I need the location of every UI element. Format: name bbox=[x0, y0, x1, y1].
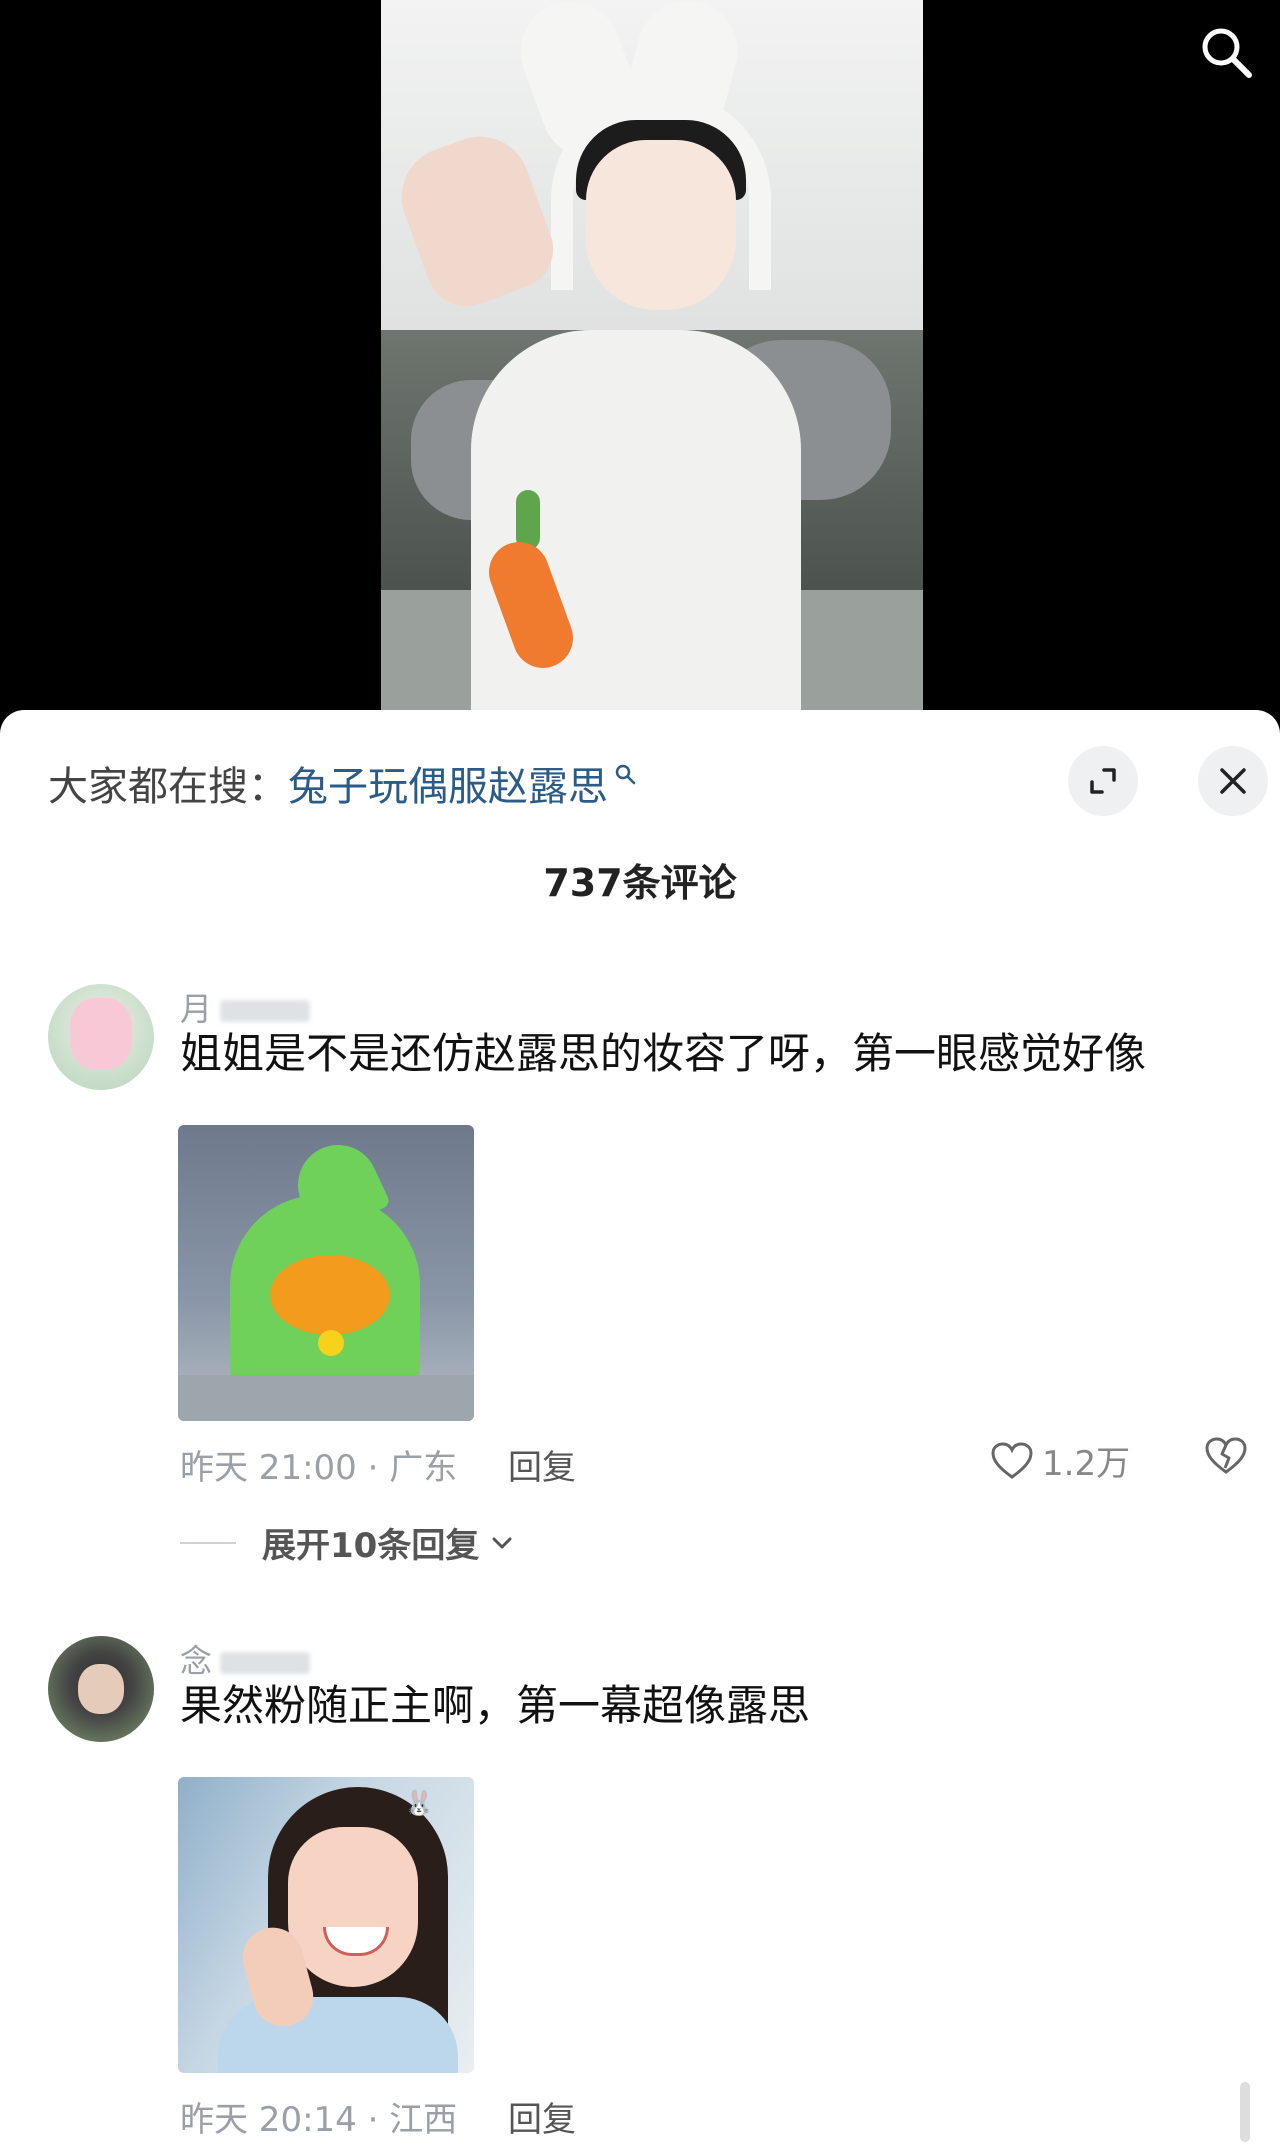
comment-text: 姐姐是不是还仿赵露思的妆容了呀，第一眼感觉好像 bbox=[180, 1029, 1147, 1078]
like-button[interactable]: 1.2万 bbox=[990, 1436, 1130, 1485]
expand-replies-label: 展开10条回复 bbox=[262, 1526, 480, 1566]
avatar[interactable] bbox=[48, 984, 154, 1090]
comment-image[interactable]: 🐰 bbox=[178, 1777, 474, 2073]
comments-panel: 大家都在搜： 兔子玩偶服赵露思 737条评论 月 姐姐是不是还仿赵露思的妆容了呀… bbox=[0, 710, 1280, 2152]
search-icon bbox=[1202, 28, 1252, 78]
broken-heart-icon bbox=[1205, 1437, 1247, 1474]
chevron-down-icon bbox=[491, 1536, 513, 1550]
scrollbar[interactable] bbox=[1240, 2082, 1250, 2142]
expand-replies-button[interactable]: 展开10条回复 bbox=[180, 1518, 513, 1567]
expand-icon bbox=[1090, 768, 1116, 794]
search-button[interactable] bbox=[1194, 20, 1258, 84]
divider bbox=[180, 1541, 236, 1544]
comment-image[interactable] bbox=[178, 1125, 474, 1421]
search-suggestion[interactable]: 大家都在搜： 兔子玩偶服赵露思 bbox=[48, 754, 636, 812]
heart-icon bbox=[991, 1441, 1033, 1479]
search-suggestion-label: 大家都在搜： bbox=[48, 764, 288, 810]
video-frame[interactable] bbox=[381, 0, 923, 712]
close-icon bbox=[1220, 768, 1246, 794]
search-suggestion-query[interactable]: 兔子玩偶服赵露思 bbox=[288, 754, 608, 812]
rabbit-icon: 🐰 bbox=[404, 1789, 434, 1817]
avatar[interactable] bbox=[48, 1636, 154, 1742]
video-player[interactable] bbox=[0, 0, 1280, 720]
comment-count: 737条评论 bbox=[543, 861, 737, 905]
comment-meta: 昨天 21:00 · 广东 bbox=[180, 1448, 458, 1488]
reply-button[interactable]: 回复 bbox=[508, 2092, 576, 2141]
close-button[interactable] bbox=[1198, 746, 1268, 816]
comment-meta: 昨天 20:14 · 江西 bbox=[180, 2100, 458, 2140]
dislike-button[interactable] bbox=[1204, 1436, 1248, 1480]
expand-button[interactable] bbox=[1068, 746, 1138, 816]
comment-text: 果然粉随正主啊，第一幕超像露思 bbox=[180, 1681, 811, 1730]
reply-button[interactable]: 回复 bbox=[508, 1440, 576, 1489]
like-count: 1.2万 bbox=[1042, 1444, 1131, 1484]
search-icon bbox=[614, 763, 636, 785]
